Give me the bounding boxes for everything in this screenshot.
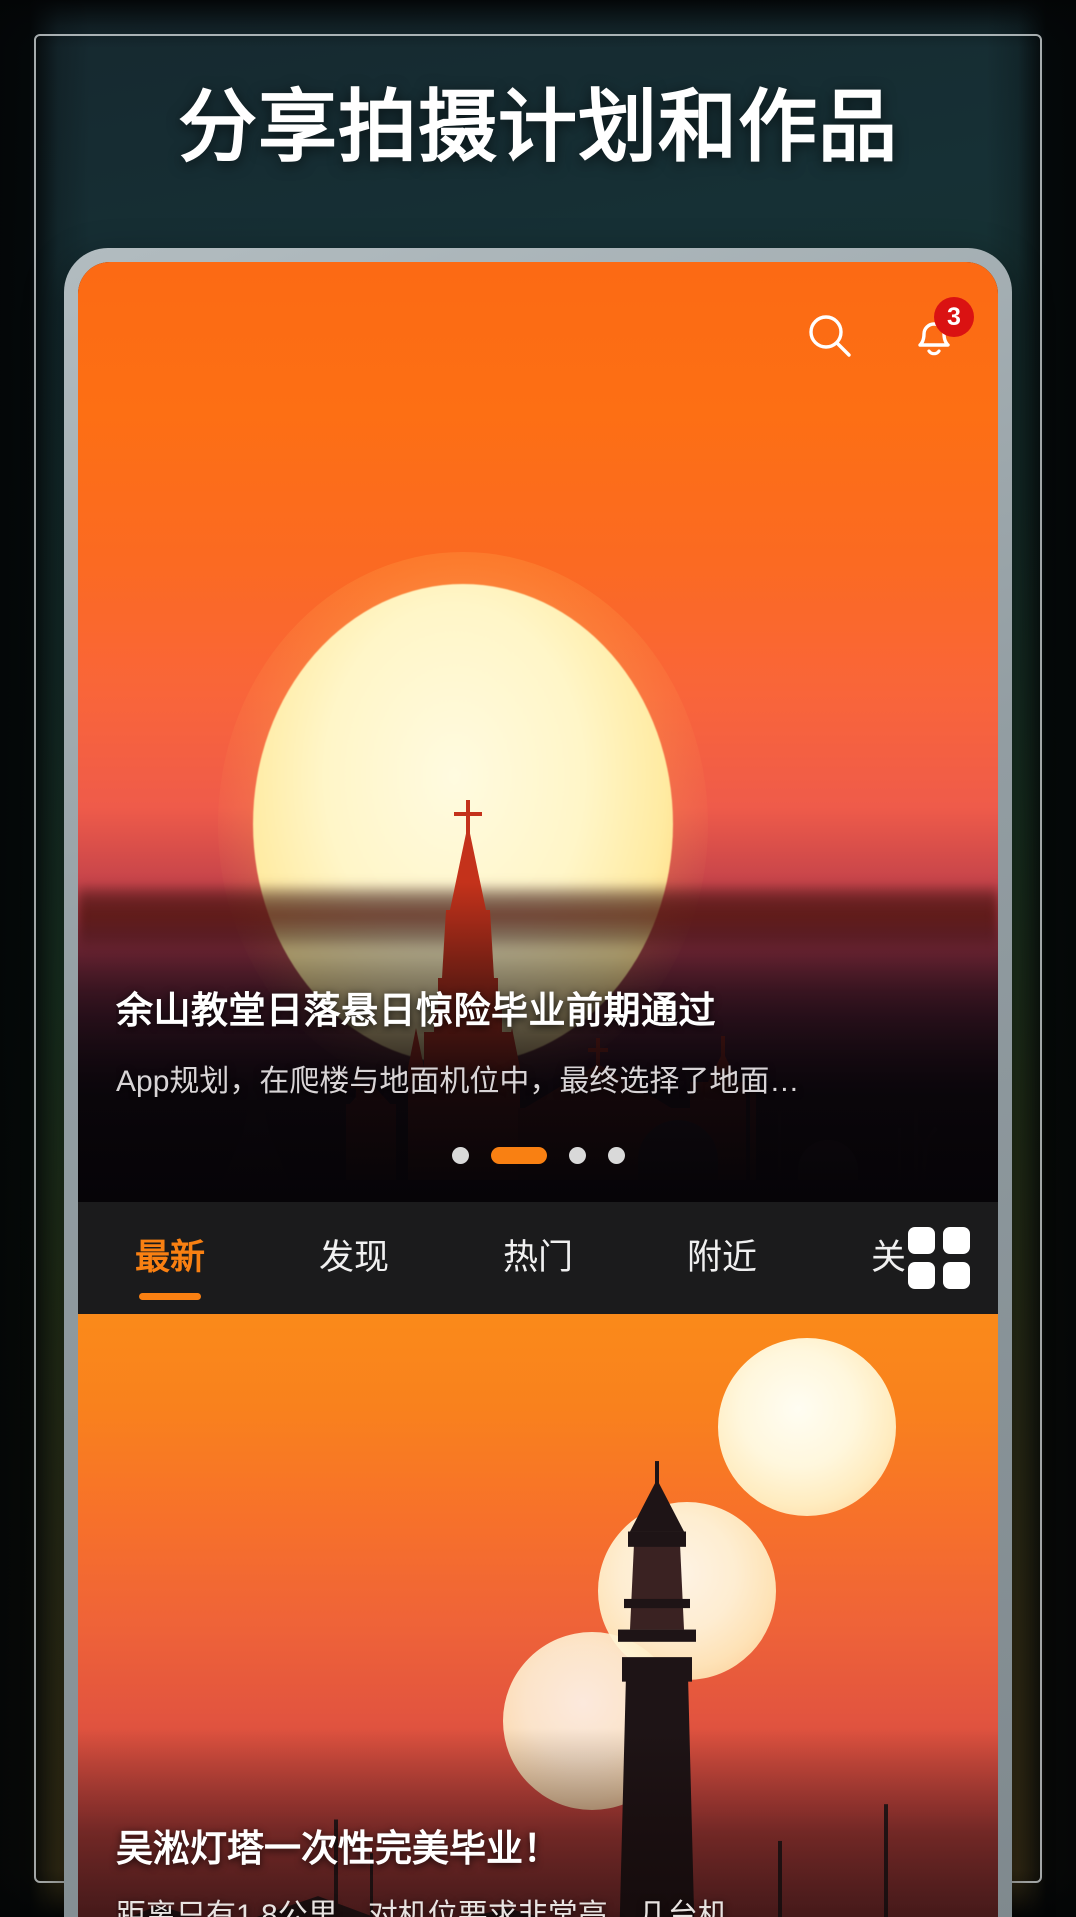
- promo-headline: 分享拍摄计划和作品: [178, 82, 898, 171]
- grid-cell: [943, 1262, 970, 1289]
- search-icon: [809, 315, 851, 357]
- grid-cell: [908, 1227, 935, 1254]
- category-tab-bar: 最新 发现 热门 附近 关注: [78, 1202, 998, 1314]
- tab-nearby[interactable]: 附近: [630, 1202, 814, 1314]
- feed-card-lighthouse[interactable]: 吴淞灯塔一次性完美毕业！ 距离只有1.8公里，对机位要求非常高，几台机…: [78, 1314, 998, 1917]
- phone-screen: 3 余山教堂日落悬日惊险毕业前期通过 App规划，在爬楼与地面机位中，最终选择了…: [78, 262, 998, 1917]
- hero-carousel-card[interactable]: 3 余山教堂日落悬日惊险毕业前期通过 App规划，在爬楼与地面机位中，最终选择了…: [78, 262, 998, 1202]
- notifications-badge: 3: [934, 297, 974, 337]
- carousel-dot[interactable]: [451, 1147, 469, 1164]
- carousel-dot-active[interactable]: [490, 1147, 547, 1164]
- grid-cell: [908, 1262, 935, 1289]
- feed-text-block: 吴淞灯塔一次性完美毕业！ 距离只有1.8公里，对机位要求非常高，几台机…: [116, 1818, 970, 1917]
- carousel-indicator: [78, 1147, 998, 1164]
- grid-cell: [943, 1227, 970, 1254]
- hero-title: 余山教堂日落悬日惊险毕业前期通过: [116, 990, 716, 1031]
- feed-item-description: 距离只有1.8公里，对机位要求非常高，几台机…: [116, 1899, 758, 1917]
- notifications-button[interactable]: 3: [904, 297, 974, 366]
- tab-latest[interactable]: 最新: [78, 1202, 262, 1314]
- tab-discover[interactable]: 发现: [262, 1202, 446, 1314]
- phone-mockup-frame: 3 余山教堂日落悬日惊险毕业前期通过 App规划，在爬楼与地面机位中，最终选择了…: [64, 248, 1012, 1917]
- search-button[interactable]: [800, 306, 860, 366]
- hero-description: App规划，在爬楼与地面机位中，最终选择了地面…: [116, 1065, 800, 1098]
- grid-view-icon[interactable]: [906, 1225, 972, 1291]
- tab-hot[interactable]: 热门: [446, 1202, 630, 1314]
- hero-text-block: 余山教堂日落悬日惊险毕业前期通过 App规划，在爬楼与地面机位中，最终选择了地面…: [116, 980, 960, 1100]
- app-topbar: 3: [800, 297, 974, 366]
- carousel-dot[interactable]: [568, 1147, 586, 1164]
- carousel-dot[interactable]: [607, 1147, 625, 1164]
- feed-item-title: 吴淞灯塔一次性完美毕业！: [116, 1828, 560, 1869]
